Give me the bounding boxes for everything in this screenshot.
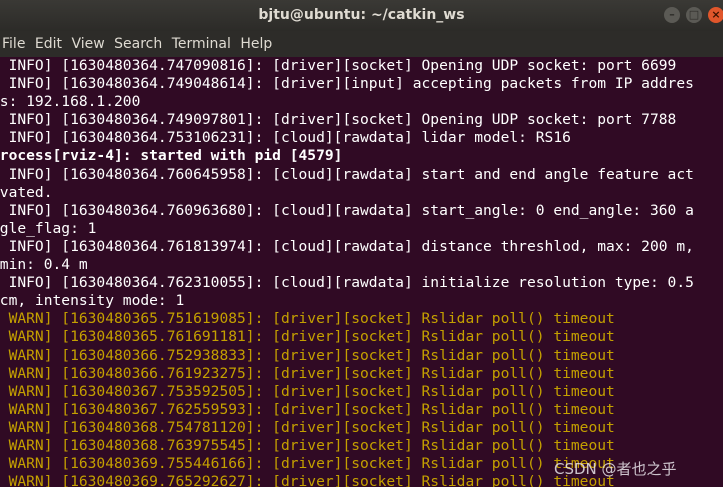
- terminal-line-info: [ INFO] [1630480364.761813974]: [cloud][…: [0, 237, 694, 255]
- terminal-line-info: [ INFO] [1630480364.760645958]: [cloud][…: [0, 165, 694, 183]
- terminal-line-warn: [ WARN] [1630480366.752938833]: [driver]…: [0, 346, 615, 364]
- title-bar[interactable]: bjtu@ubuntu: ~/catkin_ws – □ ×: [0, 0, 723, 31]
- terminal-line-warn: [ WARN] [1630480365.751619085]: [driver]…: [0, 310, 615, 328]
- terminal-line-bold: process[rviz-4]: started with pid [4579]: [0, 147, 343, 165]
- terminal-line-info: [ INFO] [1630480364.762310055]: [cloud][…: [0, 274, 694, 292]
- terminal-line-info: ss: 192.168.1.200: [0, 93, 141, 111]
- terminal-line-info: [ INFO] [1630480364.747090816]: [driver]…: [0, 57, 677, 74]
- terminal-line-warn: [ WARN] [1630480365.761691181]: [driver]…: [0, 328, 615, 346]
- window-title: bjtu@ubuntu: ~/catkin_ws: [258, 7, 465, 23]
- terminal-line-warn: [ WARN] [1630480368.754781120]: [driver]…: [0, 418, 615, 436]
- terminal-scrollbar[interactable]: [719, 57, 723, 487]
- menu-bar: File Edit View Search Terminal Help: [0, 31, 723, 57]
- terminal-line-info: [ INFO] [1630480364.749097801]: [driver]…: [0, 111, 677, 129]
- terminal-line-info: ivated.: [0, 183, 53, 201]
- minimize-button[interactable]: –: [664, 7, 680, 23]
- terminal-line-info: ngle_flag: 1: [0, 219, 97, 237]
- csdn-watermark: CSDN @者也之乎: [554, 460, 677, 478]
- terminal-line-warn: [ WARN] [1630480367.762559593]: [driver]…: [0, 400, 615, 418]
- terminal-line-warn: [ WARN] [1630480368.763975545]: [driver]…: [0, 436, 615, 454]
- menu-terminal[interactable]: Terminal: [172, 31, 236, 57]
- terminal-line-info: [ INFO] [1630480364.749048614]: [driver]…: [0, 75, 694, 93]
- terminal-line-warn: [ WARN] [1630480366.761923275]: [driver]…: [0, 364, 615, 382]
- terminal-window: bjtu@ubuntu: ~/catkin_ws – □ × File Edit…: [0, 0, 723, 487]
- menu-file[interactable]: File: [0, 31, 30, 57]
- terminal-line-warn: [ WARN] [1630480367.753592505]: [driver]…: [0, 382, 615, 400]
- menu-help[interactable]: Help: [240, 31, 277, 57]
- menu-edit[interactable]: Edit: [35, 31, 67, 57]
- terminal-line-info: min: 0.4 m: [0, 256, 88, 274]
- menu-view[interactable]: View: [71, 31, 109, 57]
- terminal-line-info: [ INFO] [1630480364.753106231]: [cloud][…: [0, 129, 571, 147]
- close-button[interactable]: ×: [708, 7, 723, 23]
- terminal-line-info: cm, intensity mode: 1: [0, 292, 185, 310]
- terminal-output[interactable]: [ INFO] [1630480364.747090816]: [driver]…: [0, 57, 723, 487]
- maximize-button[interactable]: □: [686, 7, 702, 23]
- terminal-line-info: [ INFO] [1630480364.760963680]: [cloud][…: [0, 201, 694, 219]
- menu-search[interactable]: Search: [114, 31, 167, 57]
